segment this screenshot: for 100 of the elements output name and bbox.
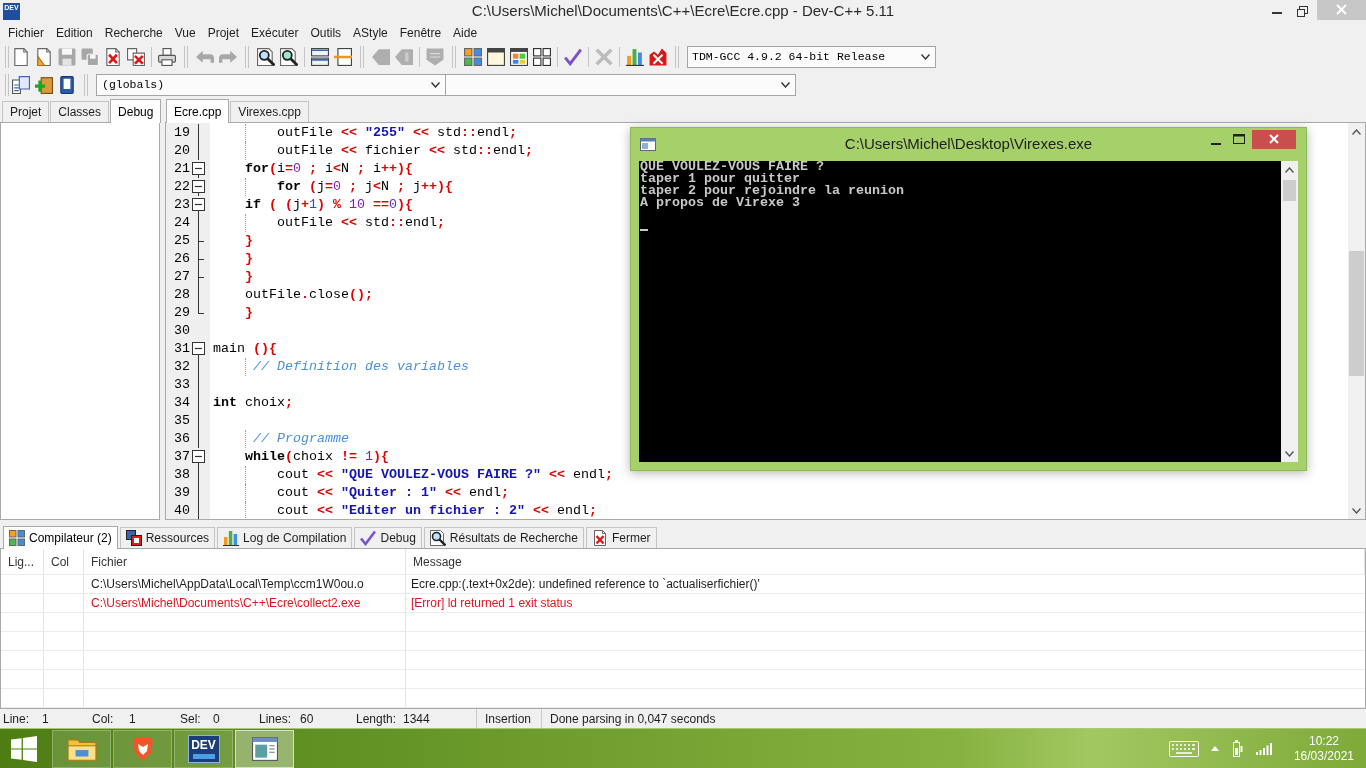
check-icon	[360, 530, 377, 546]
table-cell-text: C:\Users\Michel\AppData\Local\Temp\ccm1W0ou.o	[91, 576, 364, 593]
line-number: 38	[174, 467, 190, 483]
taskbar-button[interactable]: DEV	[174, 729, 233, 768]
status-text: Done parsing in 0,047 seconds	[550, 710, 716, 728]
menu-item[interactable]: Recherche	[98, 23, 169, 42]
search-page-icon[interactable]	[280, 48, 298, 66]
caret-down-icon	[431, 81, 440, 88]
menu-item[interactable]: Outils	[304, 23, 348, 42]
column-header[interactable]: Lig...	[8, 552, 34, 571]
chart-cross-icon[interactable]	[649, 48, 667, 66]
scrollbar-thumb[interactable]	[1283, 180, 1296, 201]
taskbar-button[interactable]	[52, 729, 111, 768]
caret-up-icon[interactable]	[1285, 166, 1294, 173]
line-number: 26	[174, 251, 190, 267]
bar-chart-icon[interactable]	[626, 48, 644, 66]
table-cell-text: Ecre.cpp:(.text+0x2de): undefined reference to `actualiserfichier()'	[411, 576, 760, 593]
code-line: for(i=0 ; i<N ; i++){	[245, 161, 413, 177]
fold-minus-icon[interactable]	[192, 162, 205, 178]
code-line: outFile << fichier << std::endl;	[277, 143, 533, 159]
page-cross-icon[interactable]	[104, 48, 122, 66]
panel-tab[interactable]: Résultats de Recherche	[423, 527, 584, 548]
file-tab[interactable]: Ecre.cpp	[166, 99, 230, 123]
status-label: Length:	[356, 711, 397, 726]
fold-minus-icon[interactable]	[192, 180, 205, 196]
code-line: // Definition des variables	[253, 359, 469, 375]
page-icon[interactable]	[12, 48, 30, 66]
menu-item[interactable]: Fenêtre	[393, 23, 448, 42]
shield-icon	[130, 735, 155, 762]
caret-down-icon[interactable]	[1285, 450, 1294, 457]
panel-tab[interactable]: Debug	[110, 99, 162, 123]
book-icon[interactable]	[58, 75, 76, 94]
scrollbar-thumb[interactable]	[1349, 251, 1364, 376]
pages-icon[interactable]	[12, 75, 30, 94]
fold-minus-icon[interactable]	[192, 198, 205, 214]
start-icon[interactable]	[11, 735, 37, 762]
split-pane-icon[interactable]	[334, 48, 352, 66]
status-label: Col:	[92, 711, 114, 726]
status-label: Line:	[3, 711, 30, 726]
search-icon[interactable]	[257, 48, 275, 66]
menu-item[interactable]: Fichier	[2, 23, 50, 42]
menu-item[interactable]: AStyle	[347, 23, 394, 42]
status-value: 60	[300, 710, 314, 728]
panel-tab[interactable]: Compilateur (2)	[3, 526, 118, 549]
file-tab[interactable]: Virexes.cpp	[230, 101, 309, 122]
line-number: 37	[174, 449, 190, 465]
code-line: }	[245, 233, 253, 249]
grid-icon[interactable]	[533, 48, 551, 66]
menu-item[interactable]: Projet	[201, 23, 245, 42]
compiler-select[interactable]: TDM-GCC 4.9.2 64-bit Release	[687, 46, 936, 68]
console-line: taper 1 pour quitter	[640, 173, 800, 185]
panel-tab[interactable]: Projet	[2, 101, 50, 122]
pages-cross-icon[interactable]	[127, 48, 145, 66]
page-wedge-icon[interactable]	[35, 48, 53, 66]
panel-tab[interactable]: Classes	[50, 101, 110, 122]
maximize-icon[interactable]	[1233, 134, 1245, 144]
menu-item[interactable]: Vue	[168, 23, 202, 42]
plus-box-icon[interactable]	[35, 75, 53, 94]
taskbar-button[interactable]	[235, 729, 294, 768]
column-header[interactable]: Col	[51, 552, 69, 571]
restore-icon[interactable]	[1297, 6, 1308, 17]
menu-item[interactable]: Edition	[50, 23, 99, 42]
stacked-panes-icon[interactable]	[311, 48, 329, 66]
line-number: 33	[174, 377, 190, 393]
line-number: 29	[174, 305, 190, 321]
four-tiles-icon	[9, 530, 25, 546]
caret-up-icon[interactable]	[1352, 128, 1361, 135]
line-number: 24	[174, 215, 190, 231]
caret-down-icon[interactable]	[1352, 507, 1361, 514]
line-number: 35	[174, 413, 190, 429]
printer-icon[interactable]	[158, 48, 176, 66]
status-value: 1	[129, 710, 136, 728]
column-header[interactable]: Fichier	[91, 552, 127, 571]
app-logo: DEV	[187, 734, 220, 763]
window-icon	[640, 138, 656, 151]
window-icon[interactable]	[487, 48, 505, 66]
menu-item[interactable]: Exécuter	[245, 23, 305, 42]
fold-end-icon	[198, 304, 204, 314]
panel-tab[interactable]: Log de Compilation	[217, 527, 353, 548]
column-header[interactable]: Message	[413, 552, 462, 571]
code-line: cout << "QUE VOULEZ-VOUS FAIRE ?" << endl;	[277, 467, 613, 483]
line-number: 36	[174, 431, 190, 447]
scrollbar[interactable]	[1281, 161, 1298, 462]
fold-minus-icon[interactable]	[192, 450, 205, 466]
menu-item[interactable]: Aide	[447, 23, 484, 42]
fold-minus-icon[interactable]	[192, 342, 205, 358]
tiled-window-icon[interactable]	[510, 48, 528, 66]
panel-tab[interactable]: Fermer	[585, 527, 657, 548]
status-value: 0	[213, 710, 220, 728]
scrollbar[interactable]	[1348, 123, 1365, 519]
code-line: while(choix != 1){	[245, 449, 389, 465]
check-icon[interactable]	[564, 48, 582, 66]
scope-select[interactable]: (globals)	[96, 73, 446, 96]
taskbar-button[interactable]	[113, 729, 172, 768]
close-icon[interactable]	[1252, 130, 1296, 149]
search-icon	[429, 530, 446, 546]
panel-tab[interactable]: Debug	[354, 527, 422, 548]
panel-tab[interactable]: Ressources	[119, 527, 216, 548]
four-tiles-icon[interactable]	[464, 48, 482, 66]
status-value: 1	[42, 710, 49, 728]
